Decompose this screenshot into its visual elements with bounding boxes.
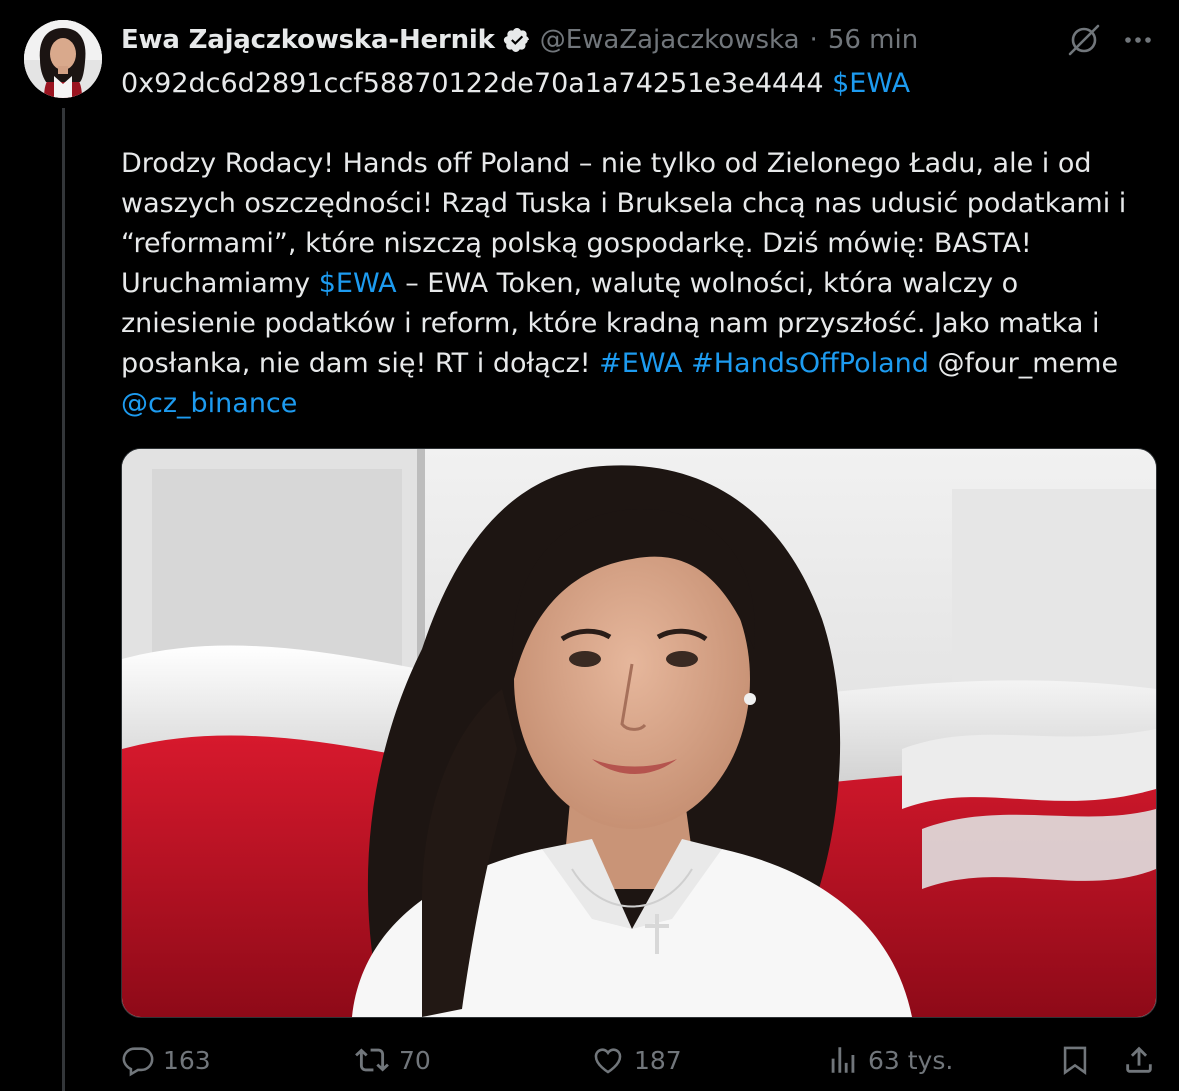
tweet-text-line: “reformami”, które niszczą polską gospod… — [121, 228, 1032, 259]
like-count: 187 — [634, 1045, 682, 1075]
views-icon — [831, 1047, 855, 1073]
author-name[interactable]: Ewa Zajączkowska-Hernik — [121, 25, 495, 55]
mention-link[interactable]: @cz_binance — [121, 388, 297, 419]
tweet-text-line: Uruchamiamy $EWA – EWA Token, walutę wol… — [121, 264, 1161, 304]
text-segment: posłanka, nie dam się! RT i dołącz! — [121, 348, 600, 379]
text-segment: – EWA Token, walutę wolności, która walc… — [396, 268, 1019, 299]
separator-dot: · — [809, 25, 818, 55]
repost-count: 70 — [399, 1045, 431, 1075]
tweet-time[interactable]: 56 min — [828, 25, 918, 55]
tweet-header: Ewa Zajączkowska-Hernik @EwaZajaczkowska… — [121, 22, 918, 58]
views-count: 63 tys. — [868, 1045, 954, 1075]
share-button[interactable] — [1122, 1036, 1164, 1084]
author-handle[interactable]: @EwaZajaczkowska — [540, 25, 800, 55]
contract-address: 0x92dc6d2891ccf58870122de70a1a74251e3e44… — [121, 68, 824, 99]
tweet-text-line: @cz_binance — [121, 384, 1161, 424]
bookmark-button[interactable] — [1058, 1036, 1100, 1084]
repost-icon — [355, 1048, 389, 1072]
avatar-image — [24, 20, 102, 98]
more-icon[interactable] — [1120, 24, 1156, 56]
reply-icon — [122, 1047, 154, 1077]
reply-count: 163 — [163, 1045, 211, 1075]
hashtag-link[interactable]: #HandsOffPoland — [691, 348, 929, 379]
text-segment: Uruchamiamy — [121, 268, 319, 299]
verified-badge-icon[interactable] — [503, 26, 531, 54]
thread-line — [62, 108, 65, 1091]
tweet-text-line: waszych oszczędności! Rząd Tuska i Bruks… — [121, 188, 1127, 219]
share-icon — [1126, 1046, 1152, 1073]
tweet-actions: 163 70 187 63 tys. — [0, 1036, 1179, 1084]
tweet-text-line: Drodzy Rodacy! Hands off Poland – nie ty… — [121, 148, 1092, 179]
reply-button[interactable]: 163 — [121, 1036, 211, 1084]
tweet-photo[interactable] — [121, 448, 1157, 1018]
cashtag-link[interactable]: $EWA — [319, 268, 397, 299]
like-button[interactable]: 187 — [590, 1036, 682, 1084]
views-button[interactable]: 63 tys. — [826, 1036, 953, 1084]
portrait-image — [122, 449, 1156, 1017]
hashtag-link[interactable]: #EWA — [599, 348, 682, 379]
cashtag-link[interactable]: $EWA — [832, 68, 910, 99]
tweet-text-line: 0x92dc6d2891ccf58870122de70a1a74251e3e44… — [121, 64, 1161, 104]
mention-text[interactable]: @four_meme — [938, 348, 1119, 379]
tweet-text-line: zniesienie podatków i reform, które krad… — [121, 308, 1100, 339]
bookmark-icon — [1063, 1046, 1087, 1075]
like-icon — [594, 1048, 622, 1074]
tweet-text-line: posłanka, nie dam się! RT i dołącz! #EWA… — [121, 344, 1161, 384]
repost-button[interactable]: 70 — [353, 1036, 431, 1084]
author-avatar[interactable] — [24, 20, 102, 98]
grok-icon[interactable] — [1066, 22, 1102, 58]
